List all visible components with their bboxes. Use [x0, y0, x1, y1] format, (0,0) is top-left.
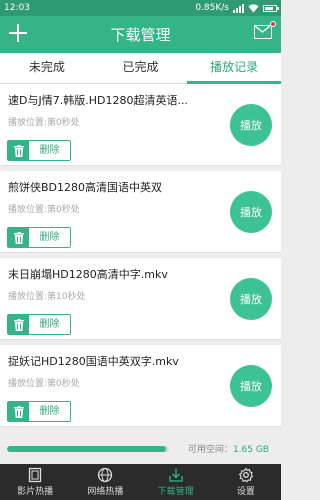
nav-network-hot[interactable]: 网络热播: [70, 464, 140, 500]
globe-icon: [98, 467, 113, 483]
wifi-icon: [248, 3, 259, 12]
status-time: 12:03: [4, 3, 30, 13]
delete-label: 删除: [39, 145, 60, 156]
list-item: 末日崩塌HD1280高清中字.mkv 播放位置:第10秒处 删除 播放: [0, 258, 281, 340]
nav-label: 网络热播: [87, 487, 124, 497]
storage-progress-fill: [7, 446, 166, 452]
trash-icon: [8, 141, 29, 160]
storage-progress-bar: [7, 446, 169, 452]
battery-icon: [263, 4, 279, 12]
play-position: 播放位置:第0秒处: [8, 205, 80, 215]
notification-dot: [270, 21, 276, 27]
delete-button[interactable]: 删除: [7, 314, 71, 335]
tab-completed[interactable]: 已完成: [94, 53, 188, 83]
delete-label: 删除: [39, 406, 60, 417]
film-icon: [28, 467, 42, 483]
mail-icon[interactable]: [254, 21, 276, 39]
nav-label: 影片热播: [17, 487, 54, 497]
storage-indicator: 可用空间：1.65 GB: [0, 432, 281, 464]
trash-icon: [8, 402, 29, 421]
video-title: 速D与J情7.韩版.HD1280超清英语...: [8, 94, 188, 107]
tab-incomplete[interactable]: 未完成: [0, 53, 94, 83]
list-item: 捉妖记HD1280国语中英双字.mkv 播放位置:第0秒处 删除 播放: [0, 345, 281, 427]
tab-play-history[interactable]: 播放记录: [187, 53, 281, 84]
add-icon[interactable]: [6, 21, 30, 45]
play-position: 播放位置:第10秒处: [8, 292, 86, 302]
play-button[interactable]: 播放: [230, 278, 272, 320]
video-title: 末日崩塌HD1280高清中字.mkv: [8, 268, 168, 281]
signal-icon: [233, 3, 244, 13]
bottom-nav: 影片热播 网络热播 下载管理 设置: [0, 464, 281, 500]
network-speed: 0.85K/s: [195, 3, 229, 13]
list-item: 煎饼侠BD1280高清国语中英双 播放位置:第0秒处 删除 播放: [0, 171, 281, 253]
list-item: 速D与J情7.韩版.HD1280超清英语... 播放位置:第0秒处 删除 播放: [0, 84, 281, 166]
nav-download-manager[interactable]: 下载管理: [141, 464, 211, 500]
gear-icon: [238, 467, 254, 483]
download-icon: [168, 468, 183, 482]
nav-label: 设置: [236, 487, 255, 497]
delete-label: 删除: [39, 319, 60, 330]
tab-bar: 未完成 已完成 播放记录: [0, 53, 281, 84]
trash-icon: [8, 228, 29, 247]
video-title: 煎饼侠BD1280高清国语中英双: [8, 181, 163, 194]
status-bar: 12:03 0.85K/s: [0, 0, 281, 16]
delete-button[interactable]: 删除: [7, 227, 71, 248]
delete-button[interactable]: 删除: [7, 140, 71, 161]
delete-label: 删除: [39, 232, 60, 243]
nav-film-hot[interactable]: 影片热播: [0, 464, 70, 500]
trash-icon: [8, 315, 29, 334]
storage-value: 1.65 GB: [232, 445, 269, 455]
play-button[interactable]: 播放: [230, 104, 272, 146]
delete-button[interactable]: 删除: [7, 401, 71, 422]
nav-label: 下载管理: [157, 487, 194, 497]
storage-label: 可用空间：: [187, 445, 233, 455]
page-title: 下载管理: [110, 26, 171, 44]
storage-text: 可用空间：1.65 GB: [188, 442, 269, 455]
play-button[interactable]: 播放: [230, 191, 272, 233]
play-position: 播放位置:第0秒处: [8, 379, 80, 389]
play-button[interactable]: 播放: [230, 365, 272, 407]
play-position: 播放位置:第0秒处: [8, 118, 80, 128]
nav-settings[interactable]: 设置: [211, 464, 281, 500]
video-title: 捉妖记HD1280国语中英双字.mkv: [8, 355, 179, 368]
app-header: 下载管理: [0, 16, 281, 53]
status-icons: 0.85K/s: [195, 3, 279, 13]
